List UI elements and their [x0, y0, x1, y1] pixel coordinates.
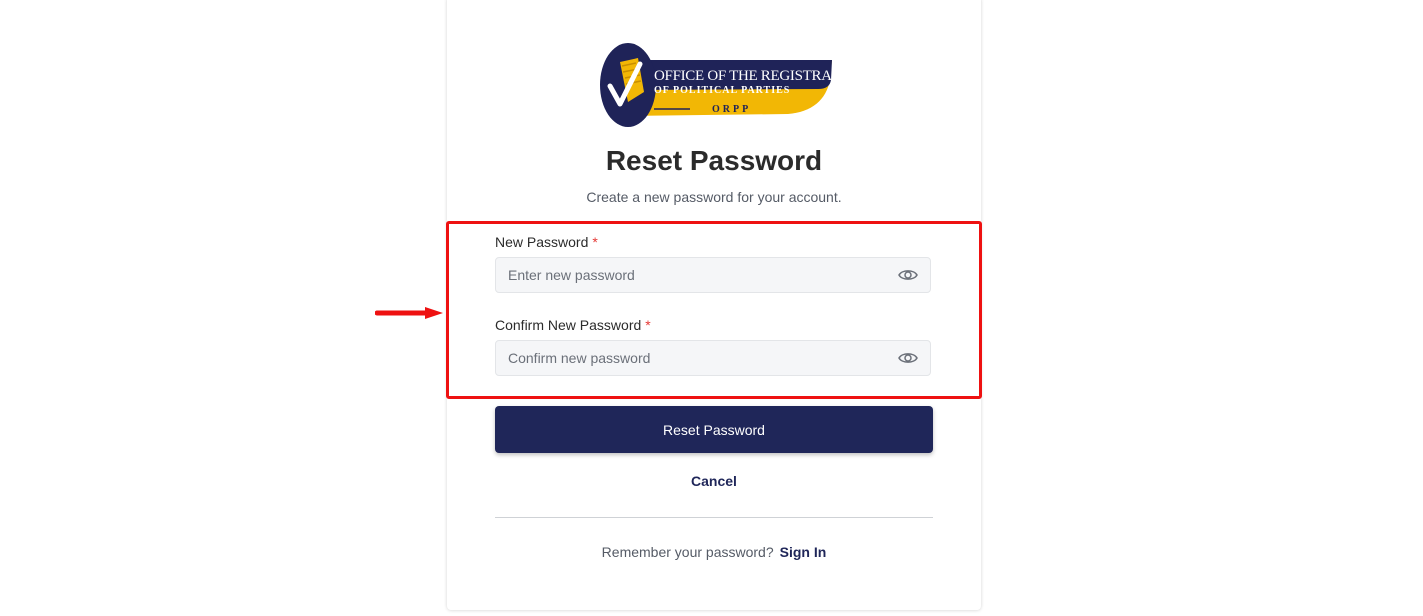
logo-title: OFFICE OF THE REGISTRAR [654, 68, 834, 84]
divider [495, 517, 933, 518]
footer: Remember your password? Sign In [447, 543, 981, 561]
cancel-link[interactable]: Cancel [447, 472, 981, 490]
required-marker: * [645, 317, 651, 333]
eye-icon[interactable] [898, 267, 918, 283]
arrow-right-icon [375, 307, 443, 319]
logo-subtitle: OF POLITICAL PARTIES [654, 85, 790, 96]
page-subtitle: Create a new password for your account. [586, 189, 842, 205]
orpp-logo: OFFICE OF THE REGISTRAR OF POLITICAL PAR… [600, 43, 834, 127]
confirm-password-label: Confirm New Password * [495, 316, 651, 334]
confirm-password-input[interactable] [496, 341, 898, 375]
reset-password-button[interactable]: Reset Password [495, 406, 933, 453]
confirm-password-label-text: Confirm New Password [495, 317, 642, 333]
confirm-password-field [495, 340, 931, 376]
sign-in-link[interactable]: Sign In [780, 544, 827, 560]
new-password-label-text: New Password [495, 234, 589, 250]
new-password-input[interactable] [496, 258, 898, 292]
required-marker: * [592, 234, 598, 250]
page-title: Reset Password [605, 145, 823, 176]
eye-icon[interactable] [898, 350, 918, 366]
remember-prompt: Remember your password? [601, 544, 774, 560]
new-password-field [495, 257, 931, 293]
new-password-label: New Password * [495, 233, 598, 251]
logo-acronym: ORPP [712, 104, 751, 115]
